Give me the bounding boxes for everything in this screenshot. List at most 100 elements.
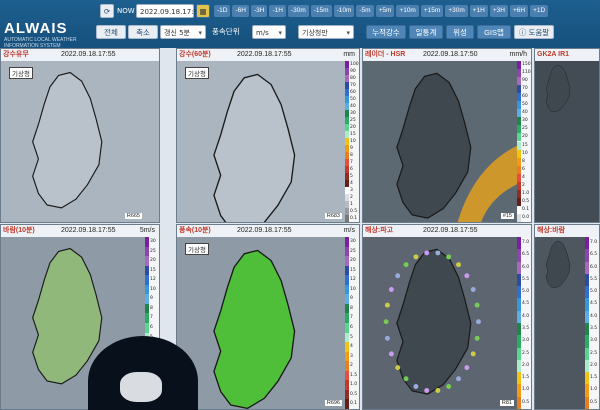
buoy-marker[interactable] [388, 351, 394, 357]
time-step-button[interactable]: -15m [310, 5, 332, 17]
datetime-input[interactable]: 2022.09.18.17:55 [136, 4, 202, 33]
buoy-marker[interactable] [384, 335, 390, 341]
time-step-button[interactable]: -5m [356, 5, 374, 17]
scale-label: 6 [522, 166, 525, 172]
buoy-marker[interactable] [435, 250, 441, 256]
scale-label: 0.5 [522, 198, 530, 204]
scale-label: 3.5 [522, 326, 530, 331]
buoy-marker[interactable] [403, 376, 409, 382]
weather-panel[interactable]: 강수유무 2022.09.18.17:55 기상청 R665 [0, 48, 160, 223]
buoy-marker[interactable] [424, 388, 430, 393]
help-label: 도움말 [528, 28, 550, 37]
korea-map[interactable] [363, 61, 517, 223]
scale-swatch [585, 384, 589, 397]
refresh-button[interactable]: ⟳ [100, 4, 114, 18]
scale-label: 4.5 [590, 301, 598, 307]
tab-satellite[interactable]: 위성 [446, 25, 474, 39]
buoy-marker[interactable] [470, 351, 476, 357]
buoy-marker[interactable] [464, 273, 470, 279]
calendar-icon[interactable]: ▦ [196, 4, 210, 18]
korea-map[interactable] [177, 61, 345, 223]
buoy-marker[interactable] [383, 319, 389, 325]
zoom-out-button[interactable]: 축소 [128, 25, 158, 39]
scale-label: 6.5 [590, 252, 598, 258]
buoy-marker[interactable] [474, 335, 480, 341]
scale-label: 1 [350, 202, 353, 207]
time-step-button[interactable]: -3H [250, 5, 268, 17]
scale-swatch [345, 399, 349, 409]
buoy-marker[interactable] [388, 287, 394, 292]
time-step-button[interactable]: +1D [530, 5, 549, 17]
tab-gis-map[interactable]: GIS맵 [477, 25, 511, 39]
scale-swatch [517, 189, 521, 198]
time-step-button[interactable]: -10m [333, 5, 355, 17]
weather-panel[interactable]: 해상:바람 7.0 6.5 6.0 5.5 5.0 4.5 4.0 3.5 3.0 2.5 2.0 1.… [534, 224, 600, 410]
interval-select[interactable]: 갱신 5분 [160, 25, 206, 40]
scale-label: 20 [522, 134, 528, 140]
wind-unit-select[interactable]: m/s [252, 25, 286, 40]
scale-swatch [517, 85, 521, 94]
buoy-marker[interactable] [456, 376, 461, 382]
scale-swatch [517, 310, 521, 323]
weather-panel[interactable]: 해상:파고 2022.09.18.17:55 7.0 6.5 6.0 5.5 5.0 4.5 4… [362, 224, 532, 410]
buoy-marker[interactable] [464, 365, 470, 371]
buoy-marker[interactable] [424, 250, 430, 256]
weather-panel[interactable]: 강수(60분) 2022.09.18.17:55 mm 100 90 80 70 60 50 40… [176, 48, 360, 223]
time-step-button[interactable]: -30m [287, 5, 309, 17]
korea-map[interactable] [1, 61, 145, 219]
time-step-button[interactable]: +5m [375, 5, 395, 17]
time-step-button[interactable]: +30m [445, 5, 468, 17]
korea-map[interactable] [535, 61, 585, 116]
korea-map[interactable] [363, 237, 517, 406]
buoy-marker[interactable] [403, 262, 409, 268]
full-view-button[interactable]: 전체 [96, 25, 126, 39]
weather-panel[interactable]: 레이더 - HSR 2022.09.18.17:50 mm/h 150 110 90 70 6… [362, 48, 532, 223]
scale-label: 50 [350, 97, 356, 102]
scale-swatch [345, 103, 349, 110]
agency-select[interactable]: 기상청만 [298, 25, 354, 40]
buoy-marker[interactable] [395, 365, 401, 371]
buoy-marker[interactable] [474, 302, 480, 308]
scale-label: 30 [522, 118, 528, 124]
help-button[interactable]: ⓘ 도움말 [514, 25, 554, 39]
time-step-button[interactable]: -6H [232, 5, 249, 17]
scale-label: 9 [350, 296, 353, 302]
zoom-out-label: 축소 [136, 28, 150, 37]
buoy-marker[interactable] [456, 262, 461, 268]
scale-label: 70 [350, 83, 356, 88]
time-step-button[interactable]: +1H [469, 5, 488, 17]
buoy-marker[interactable] [446, 384, 452, 389]
weather-panel[interactable]: GK2A IR1 [534, 48, 600, 223]
scale-label: 3.0 [522, 338, 530, 344]
scale-swatch [345, 194, 349, 201]
buoy-marker[interactable] [476, 319, 481, 325]
time-step-button[interactable]: +10m [396, 5, 419, 17]
tab-daily-stats[interactable]: 일통계 [409, 25, 443, 39]
station-code: R81 [499, 400, 514, 406]
buoy-marker[interactable] [413, 384, 419, 389]
time-step-button[interactable]: +3H [489, 5, 508, 17]
scale-swatch [517, 181, 521, 190]
scale-label: 8 [522, 158, 525, 164]
scale-label: 1.0 [350, 382, 358, 388]
scale-label: 0.1 [350, 401, 358, 407]
time-step-button[interactable]: +6H [509, 5, 529, 17]
scale-label: 5.0 [522, 289, 530, 295]
buoy-marker[interactable] [395, 273, 401, 279]
scale-label: 8 [350, 305, 353, 311]
korea-map[interactable] [177, 237, 345, 410]
weather-panel[interactable]: 풍속(10분) 2022.09.18.17:55 m/s 30 25 20 15 12 10 9 8… [176, 224, 360, 410]
scale-label: 4.0 [590, 313, 598, 319]
time-step-button[interactable]: +15m [420, 5, 444, 17]
time-step-button[interactable]: -1H [269, 5, 286, 17]
buoy-marker[interactable] [413, 254, 419, 260]
korea-map[interactable] [535, 237, 585, 292]
buoy-marker[interactable] [435, 388, 441, 393]
scale-label: 3.5 [590, 326, 598, 331]
buoy-marker[interactable] [384, 302, 390, 308]
buoy-marker[interactable] [446, 254, 452, 260]
buoy-marker[interactable] [470, 287, 476, 292]
time-step-button[interactable]: -1D [214, 5, 231, 17]
panel-time: 2022.09.18.17:55 [61, 227, 116, 234]
tab-cumulative-rain[interactable]: 누적강수 [366, 25, 406, 39]
